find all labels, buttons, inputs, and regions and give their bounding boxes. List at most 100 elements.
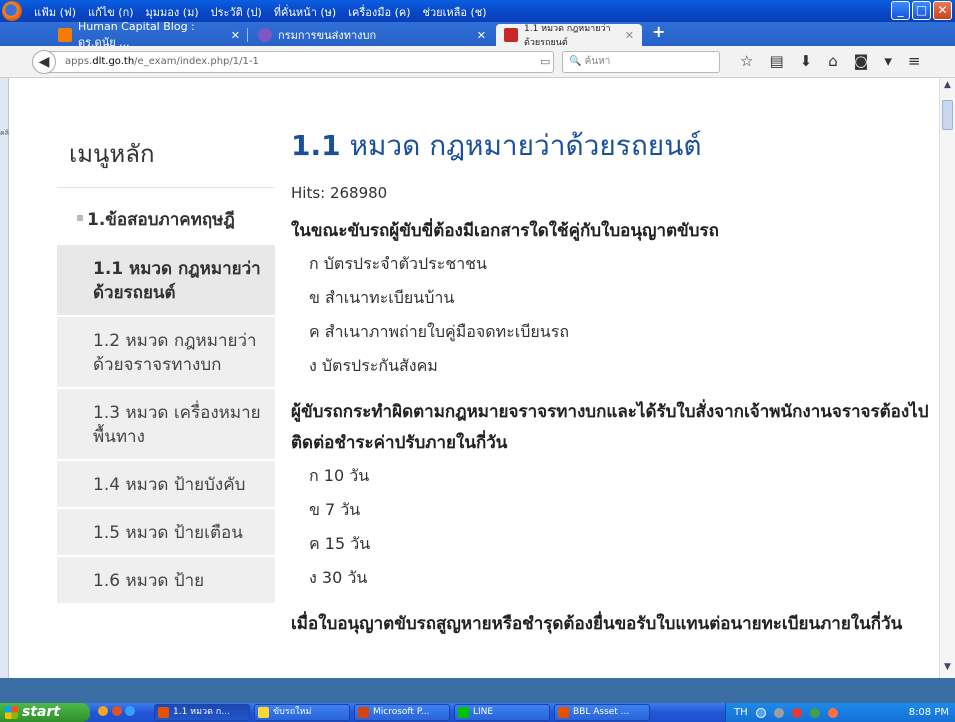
left-strip: คลิ [0, 78, 9, 678]
taskbar-button-firefox[interactable]: 1.1 หมวด ก... [154, 704, 250, 721]
bullet-icon [77, 215, 83, 221]
ie-icon[interactable] [125, 706, 135, 716]
sidebar-item-label: 1.5 หมวด ป้ายเตือน [93, 523, 243, 543]
window-controls: _ □ ✕ [891, 1, 952, 20]
firefox-icon [158, 707, 169, 718]
folder-icon [258, 707, 269, 718]
sidebar-title: เมนูหลัก [57, 114, 275, 188]
tab-strip: Human Capital Blog : ดร.ดนัย ... ✕ กรมกา… [0, 20, 955, 49]
question-2-option-c: ค 15 วัน [309, 534, 371, 553]
sidebar-item-label: 1.3 หมวด เครื่องหมายพื้นทาง [93, 403, 261, 447]
back-arrow-icon[interactable]: ◀ [32, 50, 56, 74]
download-icon[interactable]: ⬇ [800, 52, 813, 70]
menu-history[interactable]: ประวัติ (ป) [211, 3, 262, 21]
sidebar-item-1-6[interactable]: 1.6 หมวด ป้าย [57, 557, 275, 605]
taskbar-button-bbl[interactable]: BBL Asset ... [554, 704, 650, 721]
page-title-text: หมวด กฎหมายว่าด้วยรถยนต์ [349, 129, 702, 162]
screenshot-icon[interactable]: ◙ [854, 52, 869, 70]
sidebar-item-1-4[interactable]: 1.4 หมวด ป้ายบังคับ [57, 461, 275, 509]
url-path: /e_exam/index.php/1/1-1 [134, 56, 259, 67]
sidebar-item-label: 1.4 หมวด ป้ายบังคับ [93, 475, 246, 495]
taskbar-button-line[interactable]: LINE [454, 704, 550, 721]
bookmark-star-icon[interactable]: ☆ [740, 52, 753, 70]
system-tray: TH 8:08 PM [725, 703, 955, 722]
close-button[interactable]: ✕ [933, 1, 952, 20]
menu-file[interactable]: แฟ้ม (ฟ) [34, 3, 76, 21]
site-icon [258, 28, 272, 42]
page-title-number: 1.1 [291, 129, 341, 162]
url-domain: dlt.go.th [92, 56, 135, 67]
quick-launch [90, 706, 150, 719]
tab-label: 1.1 หมวด กฎหมายว่าด้วยรถยนต์ [524, 24, 611, 48]
bookmarks-list-icon[interactable]: ▤ [769, 52, 783, 70]
question-2-option-a: ก 10 วัน [309, 466, 370, 485]
sidebar-item-label: 1.1 หมวด กฎหมายว่าด้วยรถยนต์ [93, 259, 261, 303]
search-input[interactable]: 🔍 ค้นหา [562, 51, 720, 73]
sidebar-item-1-5[interactable]: 1.5 หมวด ป้ายเตือน [57, 509, 275, 557]
close-tab-icon[interactable]: ✕ [477, 29, 486, 42]
maximize-button[interactable]: □ [912, 1, 931, 20]
firefox-logo-icon[interactable] [2, 1, 22, 21]
taskbar-button-powerpoint[interactable]: Microsoft P... [354, 704, 450, 721]
scrollbar-thumb[interactable] [942, 100, 953, 130]
tab-dlt[interactable]: กรมการขนส่งทางบก ✕ [250, 24, 494, 46]
hits-counter: Hits: 268980 [291, 184, 388, 202]
antivirus-icon[interactable] [791, 707, 802, 718]
minimize-button[interactable]: _ [891, 1, 910, 20]
sidebar-item-1-3[interactable]: 1.3 หมวด เครื่องหมายพื้นทาง [57, 389, 275, 461]
question-2-option-d: ง 30 วัน [309, 568, 368, 587]
scroll-down-icon[interactable]: ▼ [942, 662, 953, 674]
question-1-option-b: ข สำเนาทะเบียนบ้าน [309, 288, 455, 307]
question-2-option-b: ข 7 วัน [309, 500, 361, 519]
powerpoint-icon [358, 707, 369, 718]
taskbar-button-label: ขับรถใหม่ [273, 707, 312, 717]
main-content: 1.1 หมวด กฎหมายว่าด้วยรถยนต์ Hits: 26898… [291, 124, 931, 640]
new-tab-button[interactable]: + [652, 22, 665, 41]
signal-icon[interactable] [809, 707, 820, 718]
question-2: ผู้ขับรถกระทำผิดตามกฎหมายจราจรทางบกและได… [291, 402, 929, 453]
question-1: ในขณะขับรถผู้ขับขี่ต้องมีเอกสารใดใช้คู่ก… [291, 221, 719, 241]
volume-icon[interactable] [773, 707, 784, 718]
tab-human-capital[interactable]: Human Capital Blog : ดร.ดนัย ... ✕ [50, 20, 248, 49]
start-button[interactable]: start [0, 703, 90, 722]
home-icon[interactable]: ⌂ [828, 52, 838, 70]
menu-help[interactable]: ช่วยเหลือ (ช) [423, 3, 487, 21]
taskbar-button-folder[interactable]: ขับรถใหม่ [254, 704, 350, 721]
taskbar-button-label: Microsoft P... [373, 707, 430, 717]
taskbar: start 1.1 หมวด ก... ขับรถใหม่ Microsoft … [0, 703, 955, 722]
menu-tools[interactable]: เครื่องมือ (ค) [348, 3, 410, 21]
blogger-icon [58, 28, 72, 42]
hamburger-menu-icon[interactable]: ≡ [908, 52, 921, 70]
tray-arrow-icon[interactable] [755, 707, 766, 718]
navigation-bar: apps.dlt.go.th/e_exam/index.php/1/1-1 ▭ … [0, 46, 955, 108]
line-icon [458, 707, 469, 718]
menu-view[interactable]: มุมมอง (ม) [146, 3, 199, 21]
vertical-scrollbar[interactable]: ▲ ▼ [939, 78, 955, 678]
search-placeholder: ค้นหา [584, 56, 611, 67]
taskbar-button-label: LINE [473, 707, 494, 717]
sidebar-item-label: 1.2 หมวด กฎหมายว่าด้วยจราจรทางบก [93, 331, 257, 375]
scroll-up-icon[interactable]: ▲ [942, 80, 953, 92]
menu-bookmarks[interactable]: ที่คั่นหน้า (ษ) [274, 3, 336, 21]
sidebar-item-1-2[interactable]: 1.2 หมวด กฎหมายว่าด้วยจราจรทางบก [57, 317, 275, 389]
menu-bar: แฟ้ม (ฟ) แก้ไข (ก) มุมมอง (ม) ประวัติ (ป… [34, 3, 487, 21]
menu-edit[interactable]: แก้ไข (ก) [88, 3, 134, 21]
tab-active[interactable]: 1.1 หมวด กฎหมายว่าด้วยรถยนต์ ✕ [496, 24, 642, 48]
question-1-option-a: ก บัตรประจำตัวประชาชน [309, 254, 487, 273]
tab-label: กรมการขนส่งทางบก [278, 29, 377, 42]
sidebar: เมนูหลัก 1.ข้อสอบภาคทฤษฎี 1.1 หมวด กฎหมา… [57, 114, 275, 605]
close-tab-icon[interactable]: ✕ [625, 29, 634, 42]
language-indicator[interactable]: TH [734, 707, 748, 718]
site-icon [504, 28, 518, 42]
firefox-icon[interactable] [111, 706, 122, 716]
sidebar-section-theory[interactable]: 1.ข้อสอบภาคทฤษฎี [57, 188, 275, 245]
quick-launch-icon[interactable] [98, 706, 108, 716]
url-prefix: apps. [65, 56, 93, 67]
url-bar[interactable]: apps.dlt.go.th/e_exam/index.php/1/1-1 ▭ … [44, 51, 554, 108]
sidebar-item-1-1[interactable]: 1.1 หมวด กฎหมายว่าด้วยรถยนต์ [57, 245, 275, 317]
left-strip-text: คลิ [0, 129, 9, 137]
close-tab-icon[interactable]: ✕ [231, 29, 240, 42]
dropdown-icon[interactable]: ▾ [884, 52, 892, 70]
avast-icon[interactable] [827, 707, 838, 718]
question-1-option-d: ง บัตรประกันสังคม [309, 356, 438, 375]
